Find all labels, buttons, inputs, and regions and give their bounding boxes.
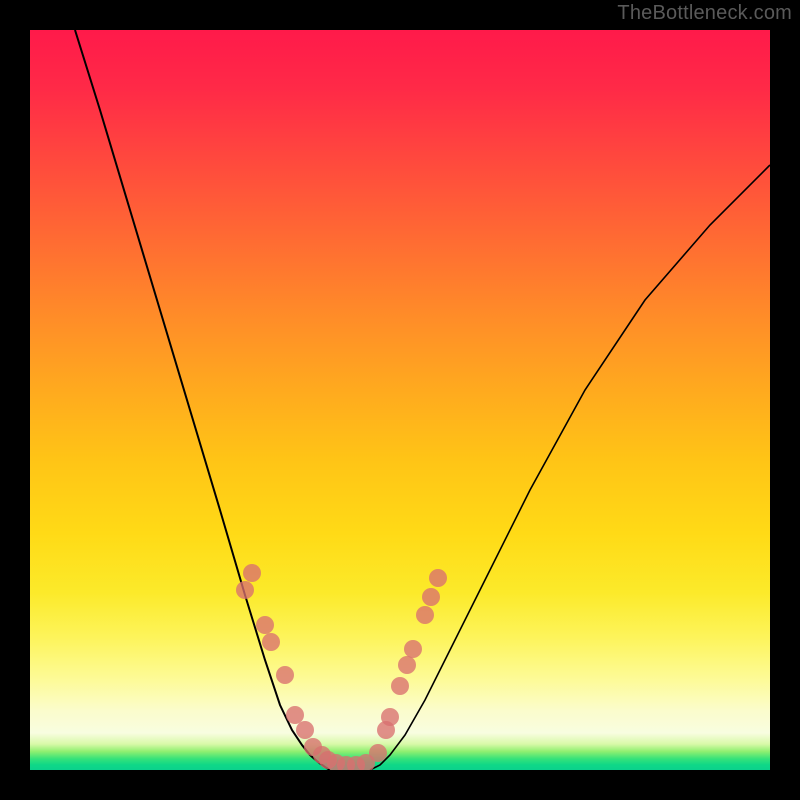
data-marker <box>381 708 399 726</box>
data-marker <box>422 588 440 606</box>
data-marker <box>369 744 387 762</box>
data-marker <box>398 656 416 674</box>
data-marker <box>256 616 274 634</box>
data-marker <box>296 721 314 739</box>
data-marker <box>276 666 294 684</box>
data-marker <box>416 606 434 624</box>
data-marker <box>262 633 280 651</box>
data-marker <box>429 569 447 587</box>
curve-canvas <box>30 30 770 770</box>
data-marker <box>404 640 422 658</box>
plot-area <box>30 30 770 770</box>
data-marker <box>243 564 261 582</box>
data-marker <box>236 581 254 599</box>
data-marker <box>286 706 304 724</box>
data-marker <box>391 677 409 695</box>
right-curve <box>370 165 770 770</box>
chart-frame: TheBottleneck.com <box>0 0 800 800</box>
watermark-text: TheBottleneck.com <box>617 2 792 25</box>
left-curve <box>75 30 330 770</box>
